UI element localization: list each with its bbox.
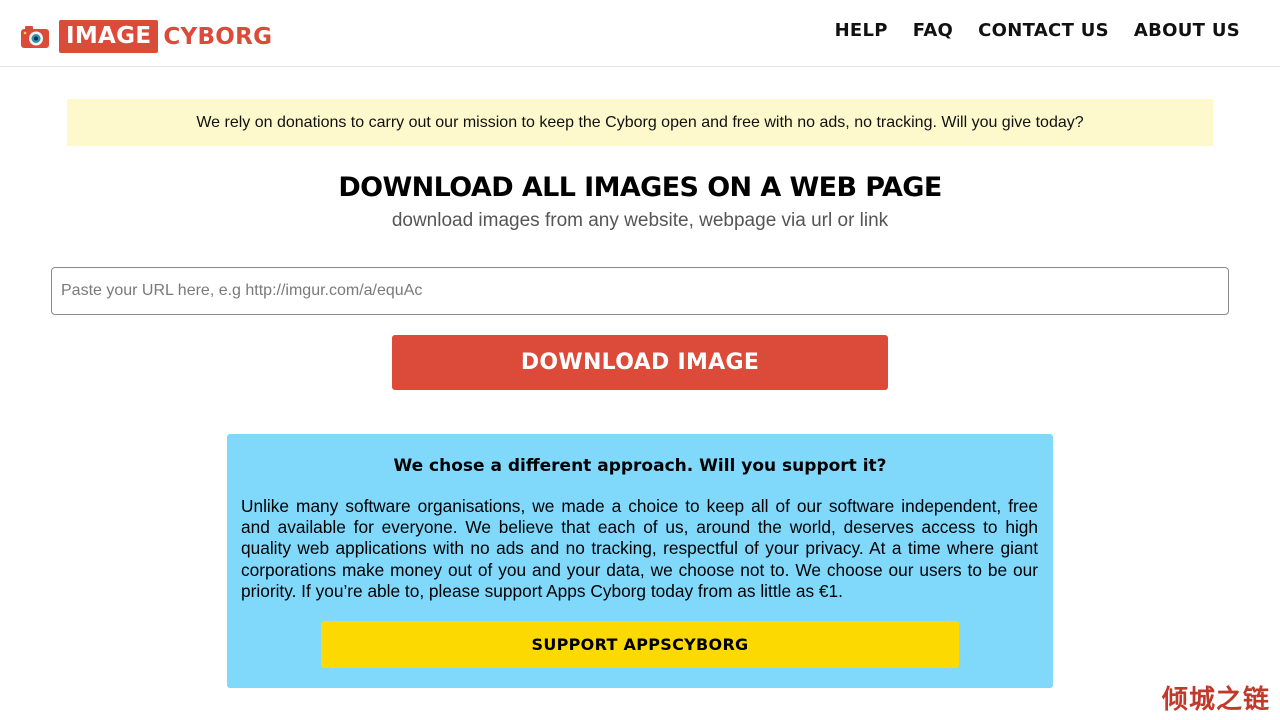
camera-icon	[20, 24, 50, 50]
nav-contact-us[interactable]: CONTACT US	[978, 20, 1109, 41]
donation-banner: We rely on donations to carry out our mi…	[67, 99, 1213, 146]
page-subtitle: download images from any website, webpag…	[391, 210, 889, 231]
support-appscyborg-button[interactable]: SUPPORT APPSCYBORG	[321, 621, 959, 668]
page-title: DOWNLOAD ALL IMAGES ON A WEB PAGE	[338, 172, 942, 203]
nav-faq[interactable]: FAQ	[913, 20, 953, 41]
url-input[interactable]	[51, 267, 1229, 315]
nav-help[interactable]: HELP	[835, 20, 888, 41]
site-logo[interactable]: IMAGE CYBORG	[20, 20, 272, 53]
nav-about-us[interactable]: ABOUT US	[1134, 20, 1240, 41]
watermark-text: 倾城之链	[1161, 685, 1270, 715]
support-title: We chose a different approach. Will you …	[393, 456, 887, 476]
logo-wordmark-image: IMAGE	[59, 20, 159, 53]
site-header: IMAGE CYBORG HELP FAQ CONTACT US ABOUT U…	[0, 0, 1280, 67]
support-body-text: Unlike many software organisations, we m…	[241, 496, 1038, 601]
support-box: We chose a different approach. Will you …	[227, 434, 1053, 688]
download-image-button[interactable]: DOWNLOAD IMAGE	[392, 335, 888, 390]
main-nav: HELP FAQ CONTACT US ABOUT US	[810, 20, 1240, 41]
logo-wordmark-cyborg: CYBORG	[163, 23, 273, 50]
